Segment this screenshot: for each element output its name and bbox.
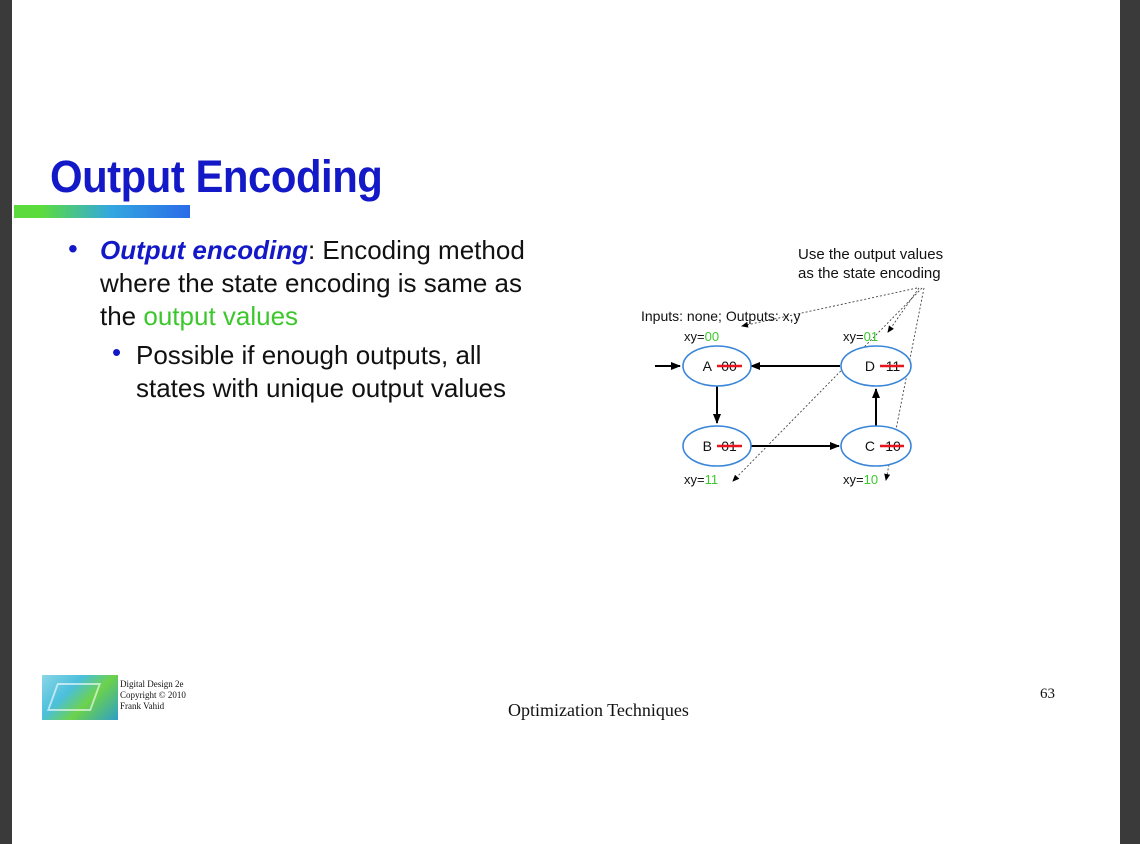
xy-label-c: xy=10 — [843, 472, 878, 487]
xy-label-b: xy=11 — [684, 472, 718, 487]
svg-text:A: A — [703, 358, 713, 374]
bullet-list: Output encoding: Encoding method where t… — [68, 232, 540, 405]
slide-title: Output Encoding — [50, 151, 383, 202]
svg-text:C: C — [865, 438, 875, 454]
book-title: Digital Design 2e — [120, 679, 184, 689]
state-d: D 11 — [840, 345, 912, 387]
bullet-output-encoding: Output encoding: Encoding method where t… — [68, 232, 540, 333]
xy-label-d: xy=01 — [843, 329, 878, 344]
book-copyright: Digital Design 2e Copyright © 2010 Frank… — [120, 679, 186, 712]
state-c: C 10 — [840, 425, 912, 467]
slide-page: Output Encoding Output encoding: Encodin… — [12, 0, 1120, 844]
state-b: B 01 — [682, 425, 752, 467]
book-cover-logo — [42, 675, 118, 720]
sub-bullet-possible: Possible if enough outputs, all states w… — [112, 336, 540, 405]
svg-text:B: B — [703, 438, 712, 454]
svg-text:D: D — [865, 358, 875, 374]
state-a: A 00 — [682, 345, 752, 387]
transition-arrows — [655, 362, 880, 450]
term-output-encoding: Output encoding — [100, 235, 308, 265]
state-diagram: Use the output values as the state encod… — [641, 246, 943, 487]
footer-title: Optimization Techniques — [508, 700, 689, 720]
copyright-year: Copyright © 2010 — [120, 690, 186, 700]
callout-text-line1: Use the output values — [798, 246, 943, 263]
page-number: 63 — [1040, 686, 1055, 702]
output-values-highlight: output values — [143, 301, 299, 331]
callout-text-line2: as the state encoding — [798, 265, 941, 282]
xy-label-a: xy=00 — [684, 329, 719, 344]
title-underline-bar — [14, 205, 190, 218]
author: Frank Vahid — [120, 701, 165, 711]
io-label: Inputs: none; Outputs: x,y — [641, 308, 801, 324]
